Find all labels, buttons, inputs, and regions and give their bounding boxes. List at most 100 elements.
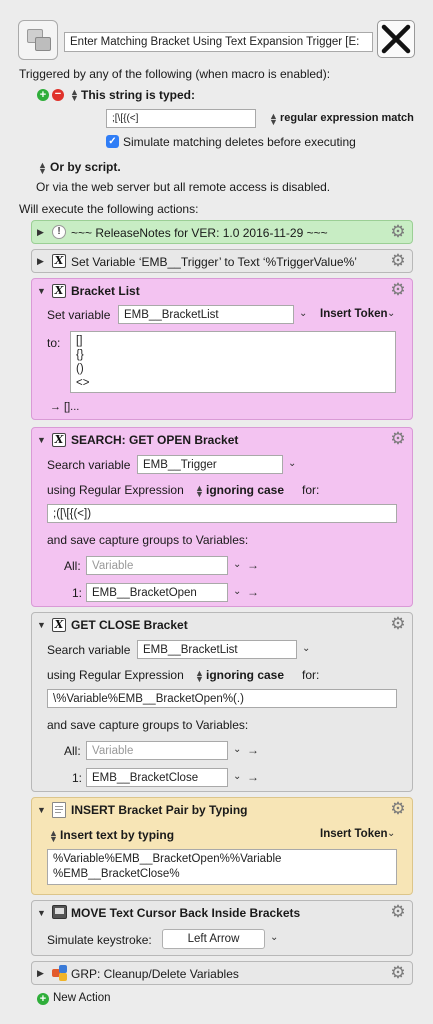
insert-text-line: %EMB__BracketClose% [53,868,180,880]
group-1-dropdown-chevron-icon[interactable]: ⌄ [233,771,241,782]
all-insert-arrow-icon[interactable]: → [247,743,259,757]
group-1-variable-field[interactable]: EMB__BracketOpen [86,583,228,602]
variable-dropdown-chevron-icon[interactable]: ⌄ [302,643,310,654]
action-move-cursor[interactable]: ▼ MOVE Text Cursor Back Inside Brackets … [31,900,413,956]
disclosure-down-icon[interactable]: ▼ [37,286,46,296]
variable-dropdown-chevron-icon[interactable]: ⌄ [299,308,307,319]
insert-token-chevron-icon[interactable]: ⌄ [387,308,395,319]
action-insert-pair[interactable]: ▼ INSERT Bracket Pair by Typing ⚙ ▲ ▼ Ins… [31,797,413,895]
gear-icon[interactable]: ⚙ [390,281,406,298]
action-release-notes[interactable]: ▶ ! ~~~ ReleaseNotes for VER: 1.0 2016-1… [31,220,413,244]
using-regex-label: using Regular Expression [47,483,184,497]
new-action-button[interactable]: New Action [53,992,111,1004]
insert-text-line: %Variable%EMB__BracketOpen%%Variable [53,853,282,865]
regex-field[interactable]: \%Variable%EMB__BracketOpen%(.) [47,689,397,708]
case-mode-select[interactable]: ignoring case [206,668,284,682]
match-mode-select[interactable]: regular expression match [280,112,414,124]
actions-heading: Will execute the following actions: [19,202,199,216]
disclosure-down-icon[interactable]: ▼ [37,805,46,815]
disclosure-down-icon[interactable]: ▼ [37,620,46,630]
all-variable-field[interactable]: Variable [86,741,228,760]
case-mode-updown-icon[interactable]: ▲ ▼ [195,669,204,684]
all-label: All: [64,744,81,758]
action-search-open[interactable]: ▼ X SEARCH: GET OPEN Bracket ⚙ Search va… [31,427,413,607]
bracket-list-textarea[interactable]: [] {} () <> [70,331,396,393]
for-label: for: [302,483,320,497]
disclosure-down-icon[interactable]: ▼ [37,435,46,445]
comment-icon: ! [52,225,66,239]
bracket-line: {} [76,349,84,361]
capture-groups-label: and save capture groups to Variables: [47,718,249,732]
trigger-string-field[interactable]: ;[\[{(<] [106,109,256,128]
macro-name-field[interactable]: Enter Matching Bracket Using Text Expans… [64,32,373,52]
macro-icon-sheet-front [35,37,51,51]
close-icon[interactable] [377,20,415,58]
all-insert-arrow-icon[interactable]: → [247,558,259,572]
keyboard-icon [52,905,67,919]
search-variable-field[interactable]: EMB__Trigger [137,455,283,474]
search-variable-label: Search variable [47,458,131,472]
group-1-variable-field[interactable]: EMB__BracketClose [86,768,228,787]
search-variable-label: Search variable [47,643,131,657]
variable-x-icon: X [52,284,66,298]
gear-icon[interactable]: ⚙ [390,430,406,447]
variable-x-icon: X [52,433,66,447]
insert-token-menu[interactable]: Insert Token [320,308,388,320]
or-by-script-updown-icon[interactable]: ▲ ▼ [38,161,47,176]
action-cleanup-group[interactable]: ▶ GRP: Cleanup/Delete Variables ⚙ [31,961,413,985]
case-mode-select[interactable]: ignoring case [206,483,284,497]
action-title: GET CLOSE Bracket [71,618,188,632]
insert-token-menu[interactable]: Insert Token [320,828,388,840]
action-title: Bracket List [71,284,140,298]
variable-name-field[interactable]: EMB__BracketList [118,305,294,324]
gear-icon[interactable]: ⚙ [390,964,406,981]
all-dropdown-chevron-icon[interactable]: ⌄ [233,744,241,755]
simulate-deletes-label: Simulate matching deletes before executi… [123,135,356,149]
search-variable-field[interactable]: EMB__BracketList [137,640,297,659]
action-title: GRP: Cleanup/Delete Variables [71,967,239,981]
variable-x-icon: X [52,254,66,268]
insert-mode-updown-icon[interactable]: ▲ ▼ [49,829,58,844]
new-action-add-icon[interactable]: + [37,993,49,1005]
group-1-insert-arrow-icon[interactable]: → [247,770,259,784]
disclosure-down-icon[interactable]: ▼ [37,908,46,918]
action-bracket-list[interactable]: ▼ X Bracket List ⚙ Set variable EMB__Bra… [31,278,413,420]
web-server-note: Or via the web server but all remote acc… [36,180,331,194]
group-1-insert-arrow-icon[interactable]: → [247,585,259,599]
remove-trigger-icon[interactable]: − [52,89,64,101]
disclosure-right-icon[interactable]: ▶ [37,968,44,979]
action-title: MOVE Text Cursor Back Inside Brackets [71,906,301,920]
all-dropdown-chevron-icon[interactable]: ⌄ [233,559,241,570]
insert-text-area[interactable]: %Variable%EMB__BracketOpen%%Variable %EM… [47,849,397,885]
action-set-variable[interactable]: ▶ X Set Variable ‘EMB__Trigger’ to Text … [31,249,413,273]
simulate-deletes-checkbox[interactable]: ✓ [106,135,119,148]
simulate-keystroke-label: Simulate keystroke: [47,933,152,947]
using-regex-label: using Regular Expression [47,668,184,682]
insert-token-chevron-icon[interactable]: ⌄ [387,828,395,839]
gear-icon[interactable]: ⚙ [390,252,406,269]
action-title: SEARCH: GET OPEN Bracket [71,433,239,447]
group-1-dropdown-chevron-icon[interactable]: ⌄ [233,586,241,597]
case-mode-updown-icon[interactable]: ▲ ▼ [195,484,204,499]
macro-icon[interactable] [18,20,58,60]
action-get-close[interactable]: ▼ X GET CLOSE Bracket ⚙ Search variable … [31,612,413,792]
group-1-label: 1: [72,771,83,785]
keystroke-dropdown-chevron-icon[interactable]: ⌄ [270,932,278,943]
disclosure-right-icon[interactable]: ▶ [37,227,44,238]
trigger-type-updown-icon[interactable]: ▲ ▼ [70,88,79,103]
gear-icon[interactable]: ⚙ [390,615,406,632]
action-title: Set Variable ‘EMB__Trigger’ to Text ‘%Tr… [71,255,357,269]
regex-field[interactable]: ;([\[{(<]) [47,504,397,523]
match-mode-updown-icon[interactable]: ▲ ▼ [269,112,278,127]
triggers-heading: Triggered by any of the following (when … [19,67,331,81]
keystroke-field[interactable]: Left Arrow [162,929,265,949]
gear-icon[interactable]: ⚙ [390,800,406,817]
add-trigger-icon[interactable]: + [37,89,49,101]
all-variable-field[interactable]: Variable [86,556,228,575]
disclosure-right-icon[interactable]: ▶ [37,256,44,267]
capture-groups-label: and save capture groups to Variables: [47,533,249,547]
variable-dropdown-chevron-icon[interactable]: ⌄ [288,458,296,469]
gear-icon[interactable]: ⚙ [390,223,406,240]
insert-mode-select[interactable]: Insert text by typing [60,828,174,842]
gear-icon[interactable]: ⚙ [390,903,406,920]
